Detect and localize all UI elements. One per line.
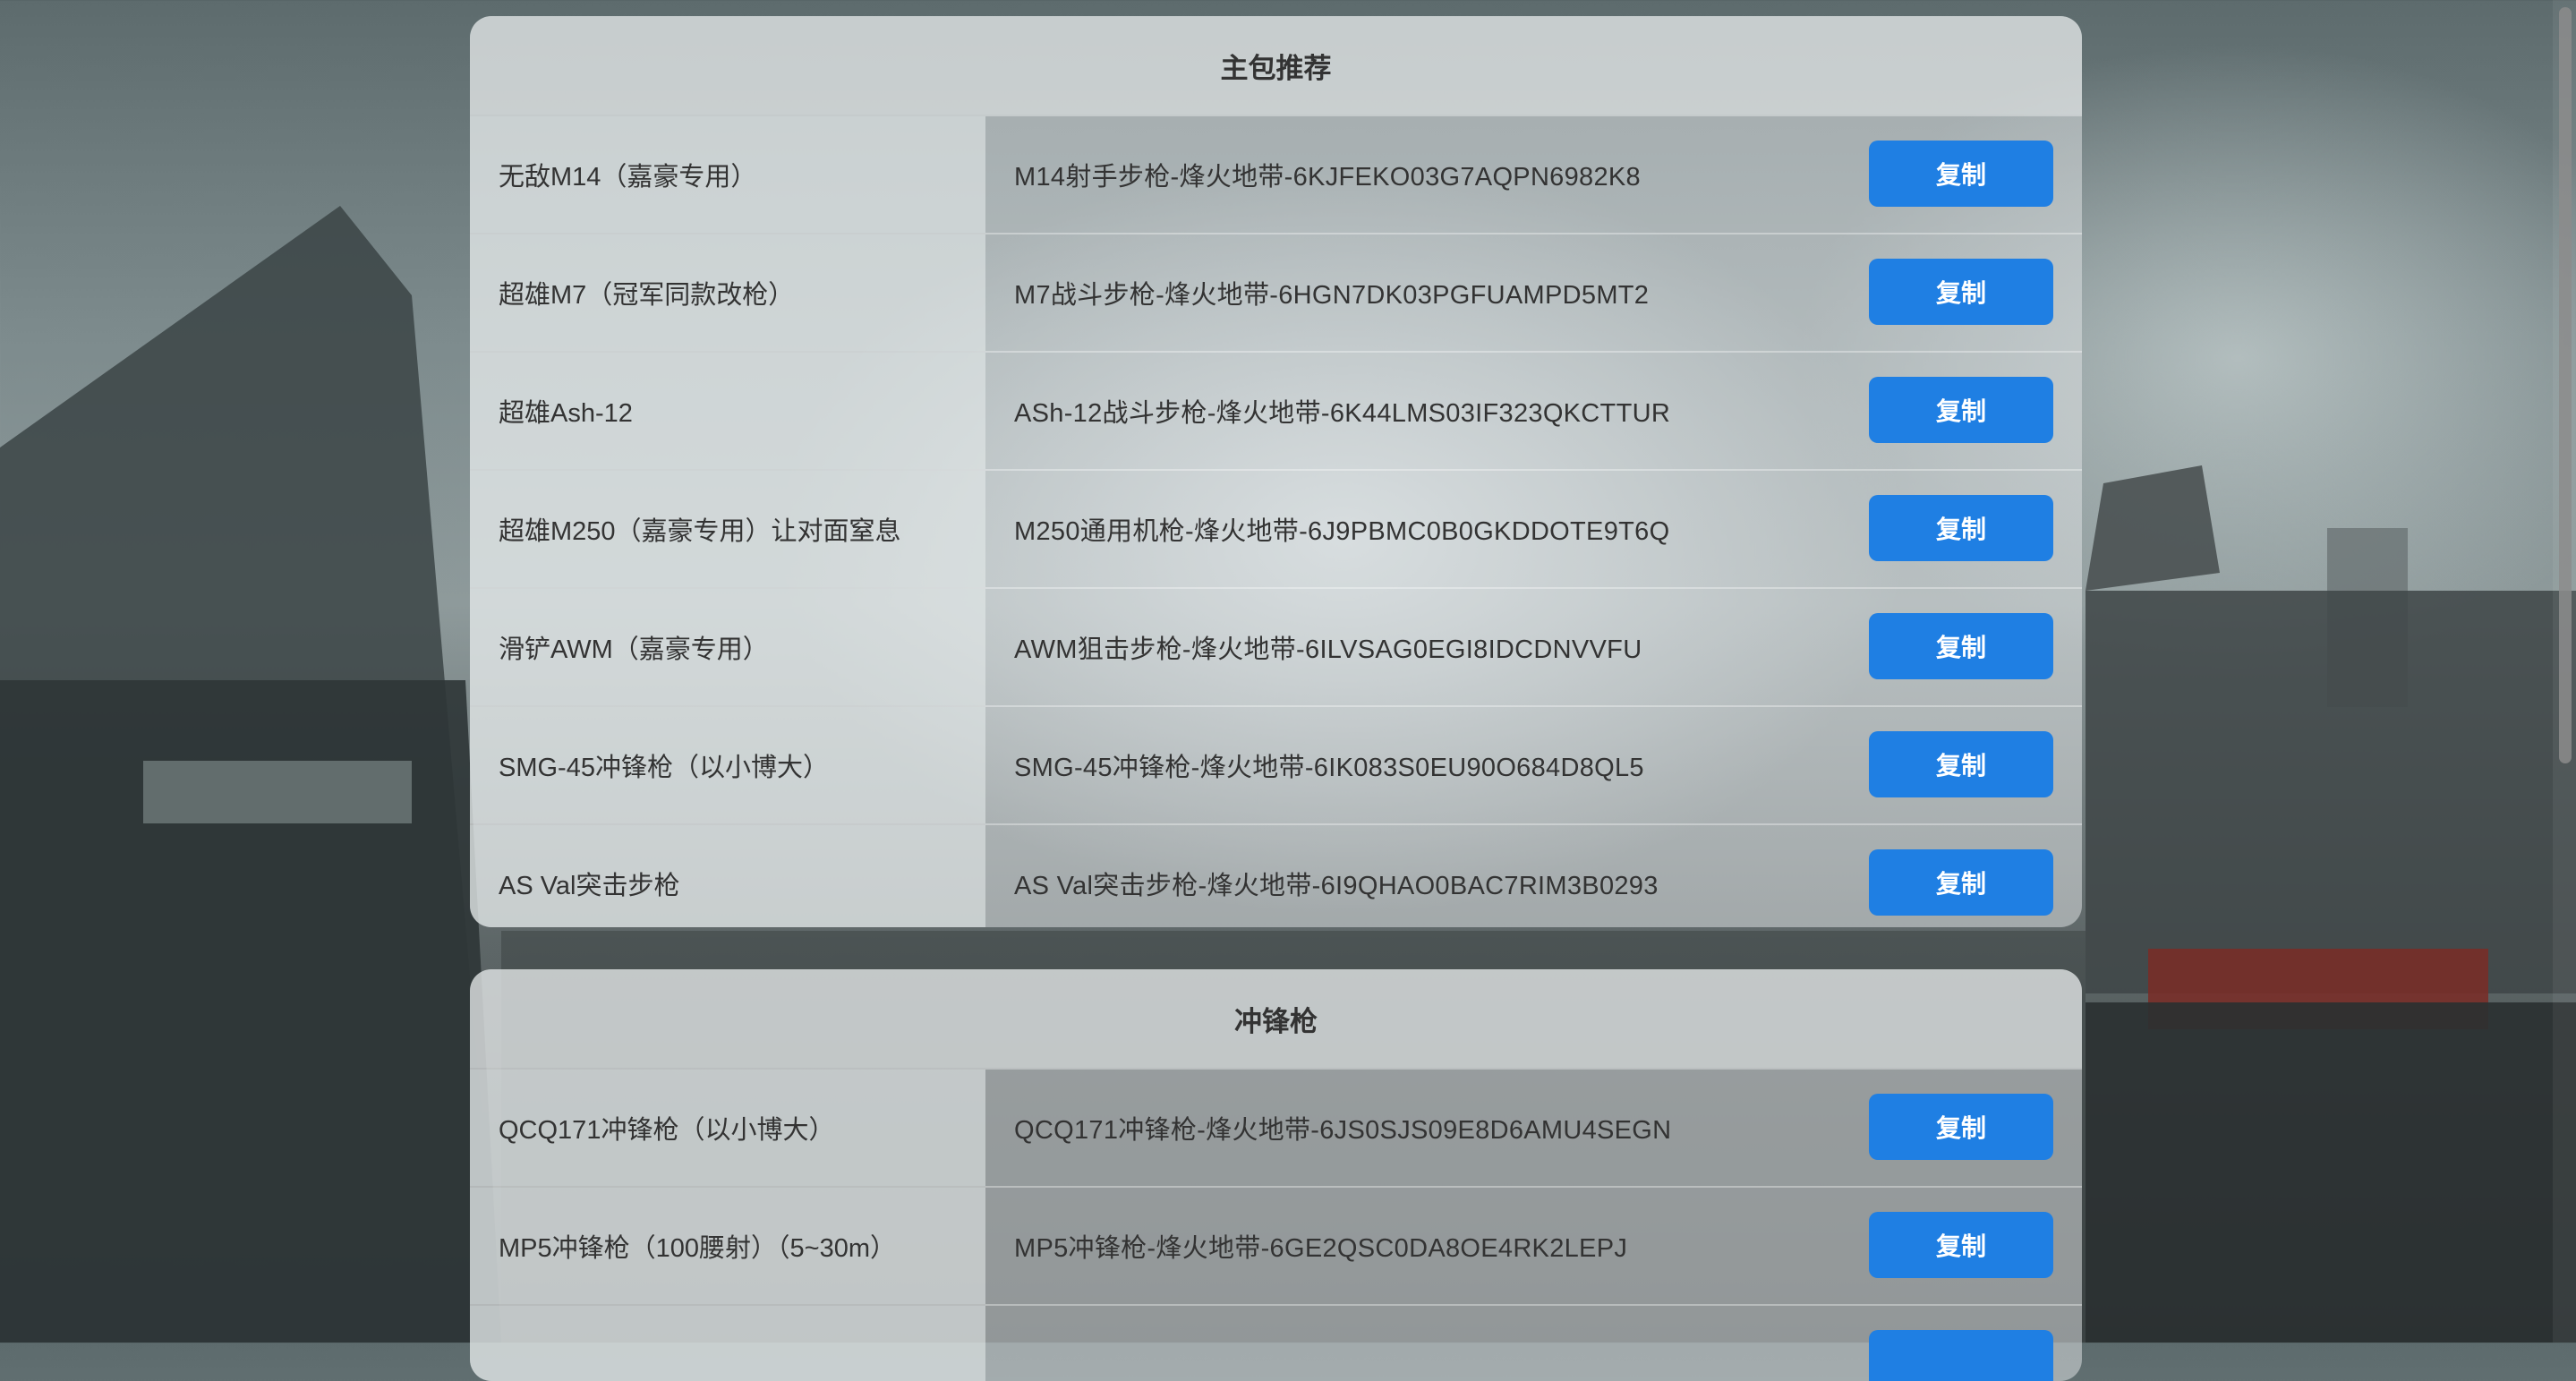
section-smg: 冲锋枪 QCQ171冲锋枪（以小博大） QCQ171冲锋枪-烽火地带-6JS0S… [470, 969, 2082, 1381]
table-row: QCQ171冲锋枪（以小博大） QCQ171冲锋枪-烽火地带-6JS0SJS09… [470, 1068, 2082, 1186]
copy-button[interactable]: 复制 [1869, 1094, 2053, 1160]
copy-button[interactable]: 复制 [1869, 495, 2053, 561]
weapon-name [470, 1306, 985, 1381]
table-row: AS Val突击步枪 AS Val突击步枪-烽火地带-6I9QHAO0BAC7R… [470, 823, 2082, 927]
copy-button[interactable]: 复制 [1869, 141, 2053, 207]
table-row: MP5冲锋枪（100腰射）（5~30m） MP5冲锋枪-烽火地带-6GE2QSC… [470, 1186, 2082, 1304]
copy-button[interactable]: 复制 [1869, 259, 2053, 325]
weapon-name: MP5冲锋枪（100腰射）（5~30m） [470, 1188, 985, 1304]
copy-button[interactable]: 复制 [1869, 377, 2053, 443]
section-title: 主包推荐 [470, 16, 2082, 115]
scrollbar-track[interactable] [2553, 0, 2576, 1343]
weapon-name: 超雄M250（嘉豪专用）让对面窒息 [470, 471, 985, 587]
table-row: 超雄M7（冠军同款改枪） M7战斗步枪-烽火地带-6HGN7DK03PGFUAM… [470, 233, 2082, 351]
table-row: 滑铲AWM（嘉豪专用） AWM狙击步枪-烽火地带-6ILVSAG0EGI8IDC… [470, 587, 2082, 705]
copy-button[interactable]: 复制 [1869, 613, 2053, 679]
table-row: 超雄M250（嘉豪专用）让对面窒息 M250通用机枪-烽火地带-6J9PBMC0… [470, 469, 2082, 587]
table-row: SMG-45冲锋枪（以小博大） SMG-45冲锋枪-烽火地带-6IK083S0E… [470, 705, 2082, 823]
copy-button[interactable]: 复制 [1869, 849, 2053, 916]
section-main-recommend: 主包推荐 无敌M14（嘉豪专用） M14射手步枪-烽火地带-6KJFEKO03G… [470, 16, 2082, 927]
copy-button[interactable] [1869, 1330, 2053, 1381]
copy-button[interactable]: 复制 [1869, 1212, 2053, 1278]
weapon-name: 无敌M14（嘉豪专用） [470, 116, 985, 233]
weapon-name: SMG-45冲锋枪（以小博大） [470, 707, 985, 823]
weapon-name: 滑铲AWM（嘉豪专用） [470, 589, 985, 705]
weapon-name: 超雄M7（冠军同款改枪） [470, 234, 985, 351]
copy-button[interactable]: 复制 [1869, 731, 2053, 797]
table-row: 超雄Ash-12 ASh-12战斗步枪-烽火地带-6K44LMS03IF323Q… [470, 351, 2082, 469]
table-row [470, 1304, 2082, 1381]
scrollbar-thumb[interactable] [2559, 7, 2572, 763]
weapon-name: AS Val突击步枪 [470, 825, 985, 927]
weapon-name: 超雄Ash-12 [470, 353, 985, 469]
weapon-name: QCQ171冲锋枪（以小博大） [470, 1070, 985, 1186]
section-title: 冲锋枪 [470, 969, 2082, 1068]
table-row: 无敌M14（嘉豪专用） M14射手步枪-烽火地带-6KJFEKO03G7AQPN… [470, 115, 2082, 233]
